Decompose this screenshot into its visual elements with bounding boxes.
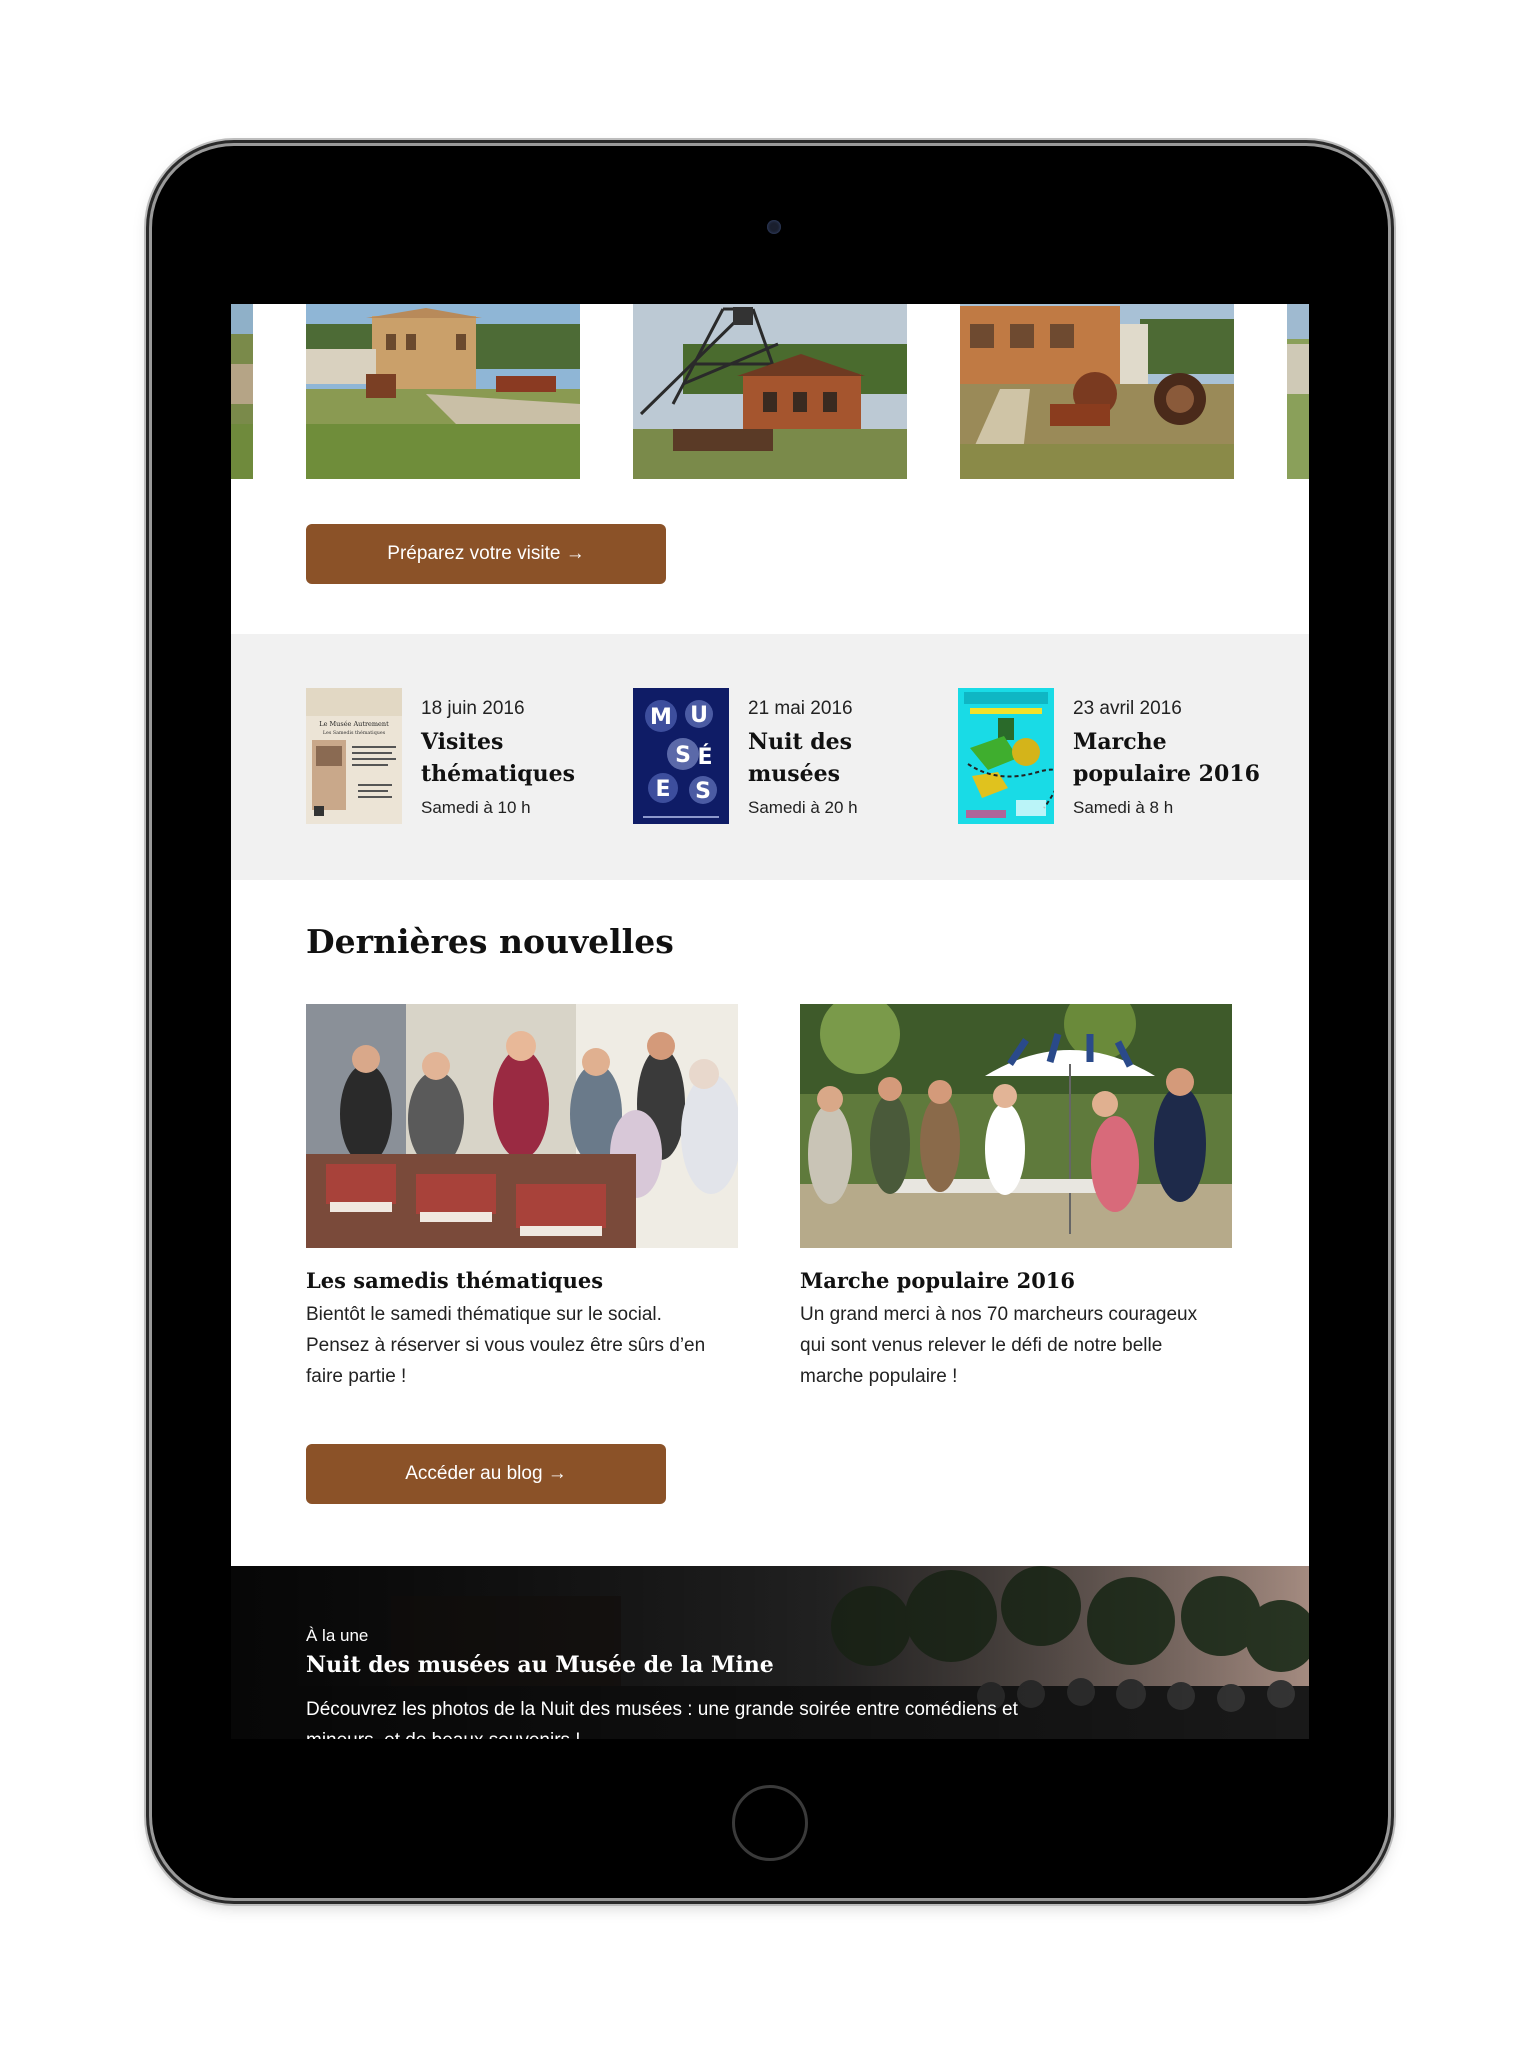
event-title[interactable]: Nuit des musées [748,726,852,790]
event-item[interactable]: Le Musée Autrement Les Samedis thématiqu… [306,688,606,824]
event-poster-nuit-des-musees[interactable]: M U S É E S [633,688,729,824]
carousel-photo-building[interactable] [306,304,580,479]
carousel-photo-partial-right[interactable] [1287,304,1309,479]
event-date: 18 juin 2016 [421,698,525,719]
news-photo-marche[interactable] [800,1004,1232,1248]
featured-excerpt: Découvrez les photos de la Nuit des musé… [306,1699,1018,1739]
poster-sub: Les Samedis thématiques [323,729,386,736]
event-poster-visites[interactable]: Le Musée Autrement Les Samedis thématiqu… [306,688,402,824]
news-photo-samedis[interactable] [306,1004,738,1248]
event-title-line: thématiques [421,761,575,787]
event-time: Samedi à 8 h [1073,798,1174,817]
poster-letter: S [695,779,711,804]
featured-banner[interactable]: À la une Nuit des musées au Musée de la … [231,1566,1309,1739]
news-card[interactable]: Les samedis thématiques Bientôt le samed… [306,1004,738,1392]
poster-letter: É [697,744,712,770]
poster-letter: E [655,777,670,802]
event-item[interactable]: M U S É E S 21 mai 2016 Nuit des musées S… [633,688,933,824]
event-title-line: Visites [421,729,504,755]
event-item[interactable]: 23 avril 2016 Marche populaire 2016 Samed… [958,688,1260,824]
carousel-photo-partial-left[interactable] [231,304,253,479]
photo-carousel[interactable] [231,304,1309,479]
event-title-line: populaire 2016 [1073,761,1260,787]
prepare-visit-button[interactable]: Préparez votre visite → [306,524,666,584]
news-title[interactable]: Marche populaire 2016 [800,1268,1232,1293]
camera-icon [767,220,781,234]
news-heading: Dernières nouvelles [306,922,674,961]
event-title-line: Nuit des [748,729,853,755]
event-title[interactable]: Visites thématiques [421,726,575,790]
event-time: Samedi à 20 h [748,798,858,817]
featured-title[interactable]: Nuit des musées au Musée de la Mine [306,1652,774,1678]
webpage-screen: Préparez votre visite → Le Musée Autreme… [231,304,1309,1739]
carousel-photo-headframe[interactable] [633,304,907,479]
event-time: Samedi à 10 h [421,798,531,817]
blog-button[interactable]: Accéder au blog → [306,1444,666,1504]
event-date: 21 mai 2016 [748,698,853,719]
carousel-photo-machinery[interactable] [960,304,1234,479]
featured-kicker: À la une [306,1626,369,1645]
poster-letter: U [690,703,708,728]
poster-letter: S [675,743,691,768]
poster-letter: M [650,705,672,730]
event-title[interactable]: Marche populaire 2016 [1073,726,1260,790]
news-title[interactable]: Les samedis thématiques [306,1268,738,1293]
events-section: Le Musée Autrement Les Samedis thématiqu… [231,634,1309,880]
home-button[interactable] [732,1785,808,1861]
event-title-line: musées [748,761,841,787]
event-poster-marche-populaire[interactable] [958,688,1054,824]
news-excerpt: Bientôt le samedi thématique sur le soci… [306,1304,706,1387]
news-card[interactable]: Marche populaire 2016 Un grand merci à n… [800,1004,1232,1392]
event-date: 23 avril 2016 [1073,698,1182,719]
event-title-line: Marche [1073,729,1167,755]
news-excerpt: Un grand merci à nos 70 marcheurs courag… [800,1304,1198,1387]
poster-head: Le Musée Autrement [319,720,389,728]
